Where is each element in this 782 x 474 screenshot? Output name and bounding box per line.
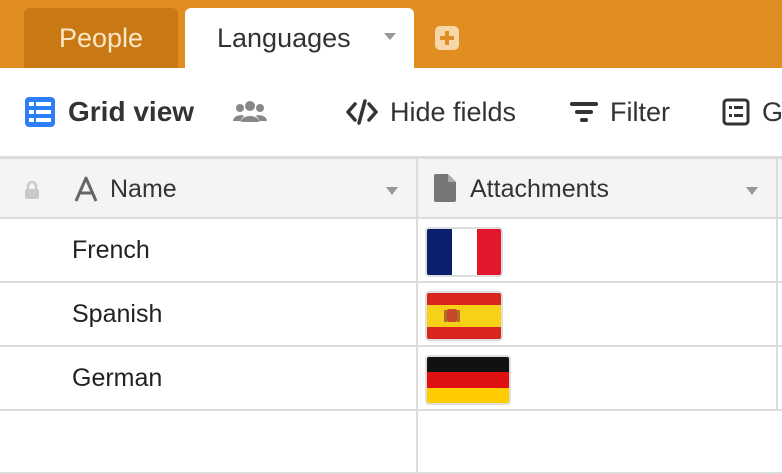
eye-slash-code-icon	[346, 99, 378, 125]
filter-icon	[570, 102, 598, 122]
column-divider	[776, 219, 778, 281]
chevron-down-icon[interactable]	[386, 187, 398, 195]
hide-fields-label: Hide fields	[390, 96, 517, 127]
germany-flag-attachment[interactable]	[425, 355, 511, 405]
column-label-name: Name	[110, 175, 177, 203]
germany-flag-icon	[427, 357, 509, 403]
view-switcher-button[interactable]: Grid view	[24, 68, 194, 156]
tab-label: Languages	[217, 22, 351, 53]
group-list-icon	[722, 98, 750, 126]
add-table-button[interactable]	[435, 26, 459, 50]
people-icon	[233, 101, 267, 122]
document-icon	[434, 174, 456, 202]
table-tab-bar: People Languages	[0, 0, 782, 68]
group-button[interactable]: Gr	[722, 68, 782, 156]
grid-header-row: Name Attachments	[0, 156, 782, 219]
column-header-name[interactable]: Name	[0, 159, 418, 217]
chevron-down-icon[interactable]	[746, 187, 758, 195]
view-toolbar: Grid view Hide fields Filter G	[0, 68, 782, 156]
column-divider	[416, 219, 418, 281]
filter-button[interactable]: Filter	[570, 68, 670, 156]
column-label-attachments: Attachments	[470, 175, 609, 203]
table-row[interactable]: French	[0, 219, 782, 283]
table-row[interactable]: Spanish	[0, 283, 782, 347]
column-header-attachments[interactable]: Attachments	[418, 159, 778, 217]
column-divider	[416, 347, 418, 409]
add-record-row[interactable]	[0, 409, 782, 474]
text-a-icon	[74, 176, 98, 202]
column-divider	[776, 347, 778, 409]
tab-languages[interactable]: Languages	[185, 8, 414, 68]
column-divider	[416, 283, 418, 345]
table-row[interactable]: German	[0, 347, 782, 411]
column-divider	[776, 283, 778, 345]
collaborators-button[interactable]	[233, 68, 267, 156]
france-flag-attachment[interactable]	[425, 227, 503, 277]
spain-flag-icon	[427, 293, 501, 339]
cell-name[interactable]: Spanish	[72, 300, 162, 329]
france-flag-icon	[427, 229, 501, 275]
tab-people[interactable]: People	[24, 8, 178, 68]
group-label: Gr	[762, 96, 782, 127]
spain-flag-attachment[interactable]	[425, 291, 503, 341]
column-divider	[416, 409, 418, 472]
cell-name[interactable]: French	[72, 236, 150, 265]
filter-label: Filter	[610, 96, 670, 127]
view-name: Grid view	[68, 96, 195, 127]
records-grid: Name Attachments French Spanish German	[0, 156, 782, 474]
lock-icon	[25, 181, 39, 199]
hide-fields-button[interactable]: Hide fields	[346, 68, 516, 156]
tab-label: People	[58, 22, 144, 53]
grid-view-icon	[25, 97, 55, 127]
chevron-down-icon[interactable]	[383, 32, 397, 42]
cell-name[interactable]: German	[72, 364, 162, 393]
